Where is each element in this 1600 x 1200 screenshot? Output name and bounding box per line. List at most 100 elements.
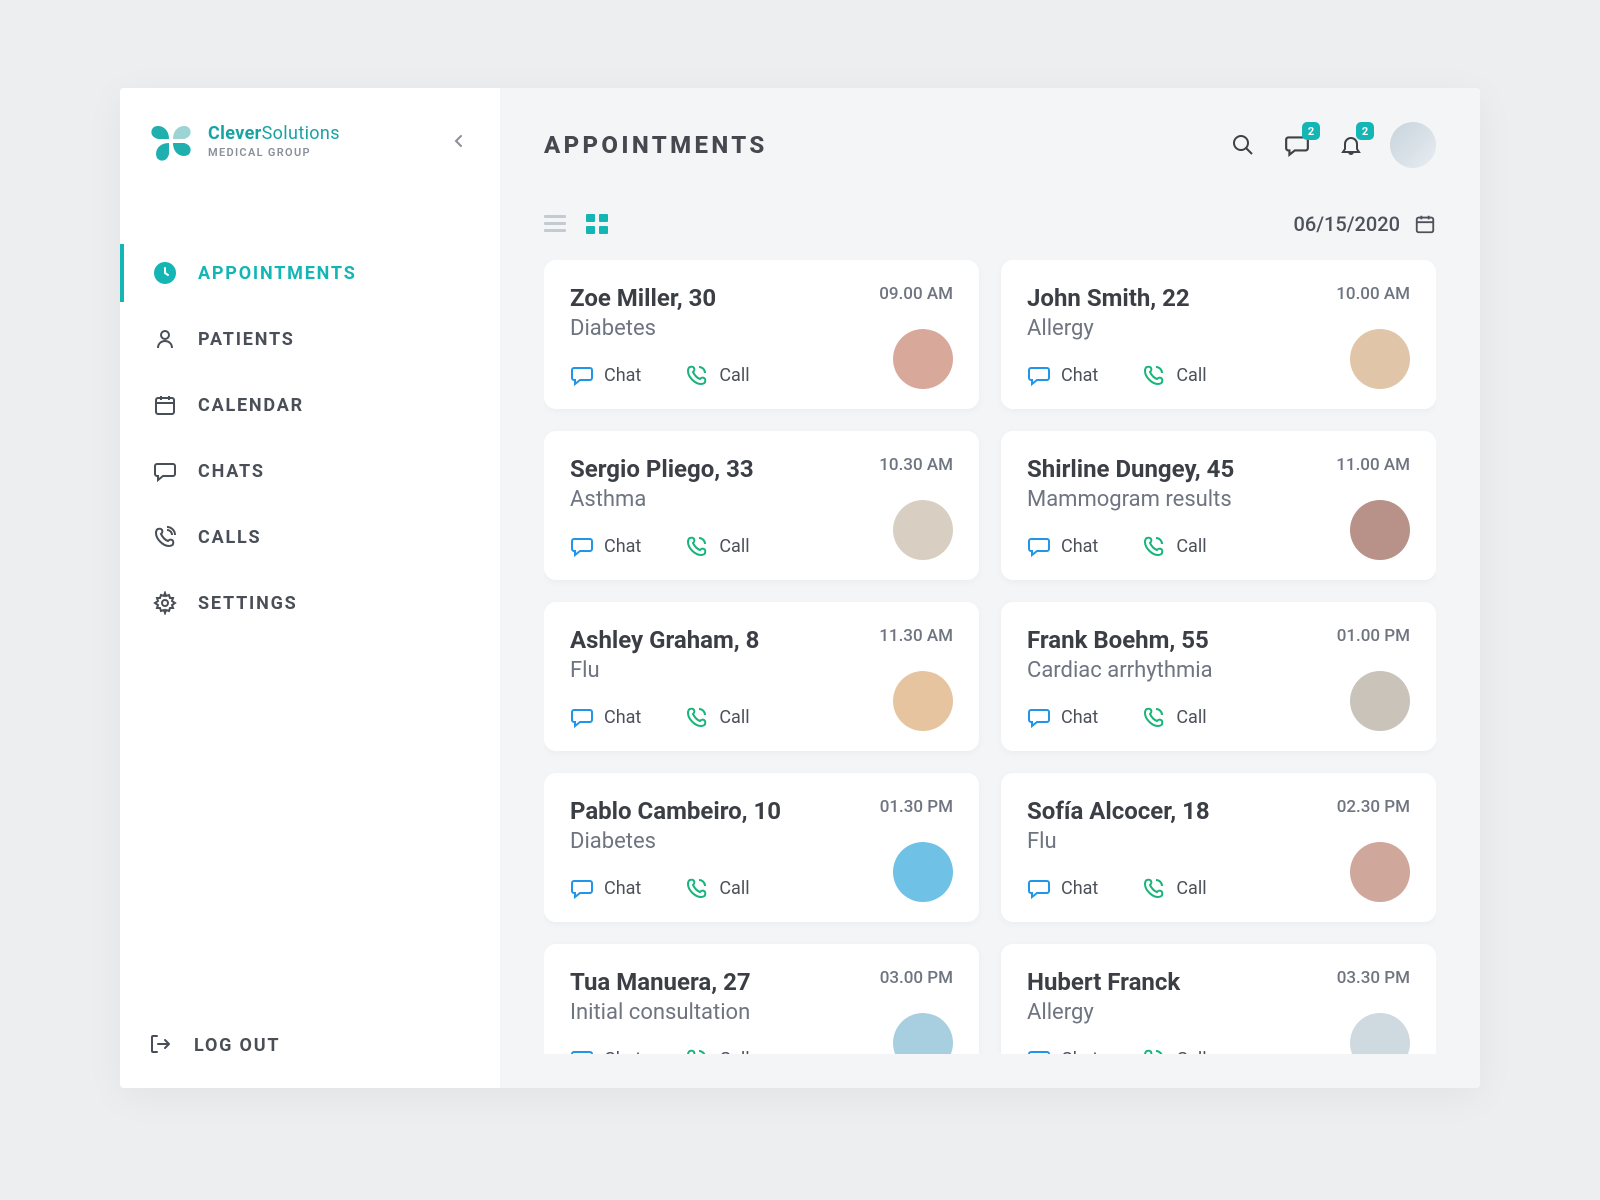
card-header: Shirline Dungey, 45 Mammogram results 11… (1027, 455, 1410, 512)
sidebar-item-calls[interactable]: CALLS (120, 508, 500, 566)
chat-label: Chat (1061, 536, 1098, 557)
phone-icon (685, 876, 709, 900)
appointment-reason: Asthma (570, 487, 754, 512)
app-window: CleverSolutions MEDICAL GROUP APPOINTMEN… (120, 88, 1480, 1088)
appointment-reason: Initial consultation (570, 1000, 751, 1025)
appointment-card[interactable]: Shirline Dungey, 45 Mammogram results 11… (1001, 431, 1436, 580)
chat-icon (152, 458, 178, 484)
call-label: Call (1176, 536, 1206, 557)
appointment-card[interactable]: Sofía Alcocer, 18 Flu 02.30 PM Chat Call (1001, 773, 1436, 922)
chat-button[interactable]: Chat (570, 705, 641, 729)
card-header: Tua Manuera, 27 Initial consultation 03.… (570, 968, 953, 1025)
logout-label: LOG OUT (194, 1035, 280, 1056)
chat-button[interactable]: Chat (570, 876, 641, 900)
date-picker[interactable]: 06/15/2020 (1293, 212, 1436, 236)
call-button[interactable]: Call (1142, 363, 1206, 387)
patient-avatar (893, 671, 953, 731)
brand-title: CleverSolutions (208, 123, 340, 144)
list-controls: 06/15/2020 (544, 212, 1436, 236)
appointment-time: 09.00 AM (879, 284, 953, 304)
search-button[interactable] (1228, 130, 1258, 160)
appointment-time: 03.30 PM (1337, 968, 1410, 988)
phone-icon (685, 534, 709, 558)
sidebar: CleverSolutions MEDICAL GROUP APPOINTMEN… (120, 88, 500, 1088)
chat-button[interactable]: Chat (1027, 705, 1098, 729)
chat-button[interactable]: Chat (1027, 363, 1098, 387)
patient-name: Shirline Dungey, 45 (1027, 455, 1234, 483)
appointment-reason: Mammogram results (1027, 487, 1234, 512)
phone-icon (1142, 534, 1166, 558)
notifications-badge: 2 (1356, 122, 1374, 140)
phone-icon (1142, 363, 1166, 387)
appointment-card[interactable]: Tua Manuera, 27 Initial consultation 03.… (544, 944, 979, 1054)
appointment-time: 01.00 PM (1337, 626, 1410, 646)
call-button[interactable]: Call (685, 363, 749, 387)
appointment-card[interactable]: Hubert Franck Allergy 03.30 PM Chat Call (1001, 944, 1436, 1054)
call-button[interactable]: Call (685, 876, 749, 900)
appointment-time: 11.30 AM (879, 626, 953, 646)
appointment-reason: Flu (570, 658, 759, 683)
logout-button[interactable]: LOG OUT (120, 1032, 500, 1058)
card-header: Zoe Miller, 30 Diabetes 09.00 AM (570, 284, 953, 341)
appointment-time: 01.30 PM (880, 797, 953, 817)
appointment-grid[interactable]: Zoe Miller, 30 Diabetes 09.00 AM Chat Ca… (544, 260, 1436, 1054)
brand-text: CleverSolutions MEDICAL GROUP (208, 123, 340, 159)
chat-button[interactable]: Chat (1027, 876, 1098, 900)
chat-label: Chat (604, 1049, 641, 1055)
chat-icon (570, 363, 594, 387)
card-header: Sergio Pliego, 33 Asthma 10.30 AM (570, 455, 953, 512)
phone-icon (685, 363, 709, 387)
chat-button[interactable]: Chat (1027, 1047, 1098, 1054)
chat-button[interactable]: Chat (1027, 534, 1098, 558)
appointment-card[interactable]: Pablo Cambeiro, 10 Diabetes 01.30 PM Cha… (544, 773, 979, 922)
chat-label: Chat (604, 707, 641, 728)
appointment-card[interactable]: John Smith, 22 Allergy 10.00 AM Chat Cal… (1001, 260, 1436, 409)
list-icon (544, 215, 566, 233)
appointment-card[interactable]: Zoe Miller, 30 Diabetes 09.00 AM Chat Ca… (544, 260, 979, 409)
messages-button[interactable]: 2 (1282, 130, 1312, 160)
user-avatar[interactable] (1390, 122, 1436, 168)
phone-icon (1142, 1047, 1166, 1054)
appointment-reason: Allergy (1027, 316, 1190, 341)
call-button[interactable]: Call (685, 705, 749, 729)
card-header: Pablo Cambeiro, 10 Diabetes 01.30 PM (570, 797, 953, 854)
calendar-icon (152, 392, 178, 418)
chat-button[interactable]: Chat (570, 363, 641, 387)
patient-name: Tua Manuera, 27 (570, 968, 751, 996)
call-button[interactable]: Call (1142, 1047, 1206, 1054)
sidebar-item-settings[interactable]: SETTINGS (120, 574, 500, 632)
gear-icon (152, 590, 178, 616)
collapse-sidebar-button[interactable] (446, 128, 472, 154)
card-header: Hubert Franck Allergy 03.30 PM (1027, 968, 1410, 1025)
brand-logo-icon (148, 118, 194, 164)
clock-icon (152, 260, 178, 286)
call-label: Call (719, 878, 749, 899)
topbar-actions: 2 2 (1228, 122, 1436, 168)
call-button[interactable]: Call (1142, 876, 1206, 900)
sidebar-item-calendar[interactable]: CALENDAR (120, 376, 500, 434)
chat-label: Chat (1061, 1049, 1098, 1055)
sidebar-item-patients[interactable]: PATIENTS (120, 310, 500, 368)
call-button[interactable]: Call (1142, 534, 1206, 558)
call-button[interactable]: Call (685, 534, 749, 558)
appointment-card[interactable]: Ashley Graham, 8 Flu 11.30 AM Chat Call (544, 602, 979, 751)
list-view-button[interactable] (544, 215, 566, 233)
appointment-card[interactable]: Frank Boehm, 55 Cardiac arrhythmia 01.00… (1001, 602, 1436, 751)
patient-name: Ashley Graham, 8 (570, 626, 759, 654)
patient-avatar (893, 500, 953, 560)
sidebar-item-chats[interactable]: CHATS (120, 442, 500, 500)
messages-badge: 2 (1302, 122, 1320, 140)
call-button[interactable]: Call (1142, 705, 1206, 729)
chat-button[interactable]: Chat (570, 534, 641, 558)
search-icon (1231, 133, 1255, 157)
sidebar-item-label: CHATS (198, 461, 265, 482)
appointment-card[interactable]: Sergio Pliego, 33 Asthma 10.30 AM Chat C… (544, 431, 979, 580)
chat-button[interactable]: Chat (570, 1047, 641, 1054)
appointment-reason: Cardiac arrhythmia (1027, 658, 1213, 683)
appointment-time: 10.00 AM (1336, 284, 1410, 304)
call-button[interactable]: Call (685, 1047, 749, 1054)
notifications-button[interactable]: 2 (1336, 130, 1366, 160)
patient-name: Frank Boehm, 55 (1027, 626, 1213, 654)
sidebar-item-appointments[interactable]: APPOINTMENTS (120, 244, 500, 302)
grid-view-button[interactable] (586, 214, 608, 234)
